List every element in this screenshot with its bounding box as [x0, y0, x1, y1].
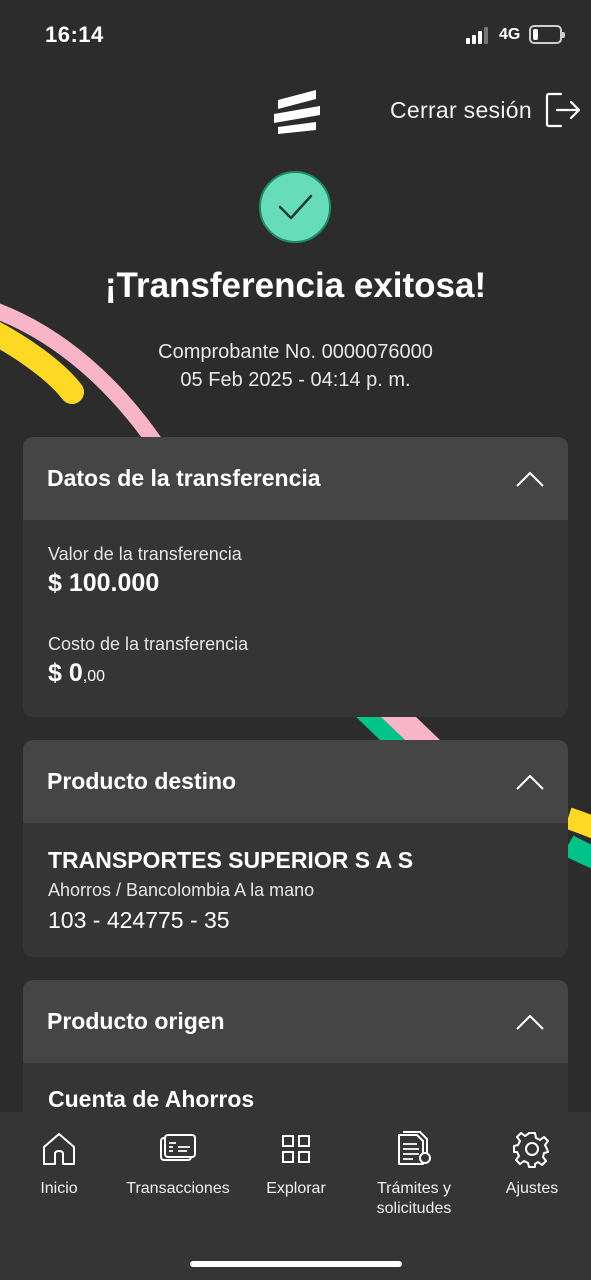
- nav-item-explorar[interactable]: Explorar: [231, 1130, 361, 1199]
- transfer-value-label: Valor de la transferencia: [48, 544, 242, 564]
- transfer-cost-decimals: ,00: [82, 668, 106, 685]
- nav-item-tramites[interactable]: Trámites y solicitudes: [349, 1130, 479, 1219]
- success-check-icon: [259, 171, 331, 243]
- success-title: ¡Transferencia exitosa!: [104, 266, 487, 305]
- transfer-cost-integer: $ 0: [48, 659, 83, 687]
- grid-icon: [282, 1135, 310, 1163]
- destination-account-number: 103 - 424775 - 35: [48, 907, 230, 933]
- receipt-date: 05 Feb 2025 - 04:14 p. m.: [180, 369, 411, 391]
- chevron-up-icon: [516, 471, 544, 487]
- bank-logo: [274, 90, 320, 134]
- signal-icon: [466, 27, 492, 44]
- destination-product-card: Producto destino TRANSPORTES SUPERIOR S …: [23, 740, 568, 957]
- destination-product-body: TRANSPORTES SUPERIOR S A S Ahorros / Ban…: [23, 823, 568, 934]
- documents-icon: [398, 1131, 431, 1165]
- right-ribbon-green: [562, 835, 591, 869]
- status-time: 16:14: [45, 22, 104, 47]
- origin-product-header[interactable]: Producto origen: [23, 980, 568, 1063]
- transfer-data-title: Datos de la transferencia: [47, 465, 321, 491]
- home-icon: [43, 1133, 75, 1165]
- transfer-cost-label: Costo de la transferencia: [48, 634, 249, 654]
- transfer-data-header[interactable]: Datos de la transferencia: [23, 437, 568, 520]
- transfer-value: $ 100.000: [48, 569, 160, 597]
- transfer-data-card: Datos de la transferencia Valor de la tr…: [23, 437, 568, 717]
- transactions-icon: [160, 1134, 196, 1161]
- nav-label-tramites: Trámites y solicitudes: [376, 1180, 452, 1217]
- network-label: 4G: [499, 26, 521, 43]
- receipt-info: Comprobante No. 0000076000 05 Feb 2025 -…: [0, 338, 591, 394]
- destination-product-title: Producto destino: [47, 768, 237, 794]
- status-bar: 16:14 4G: [0, 0, 591, 70]
- logout-button[interactable]: Cerrar sesión: [390, 92, 582, 128]
- transfer-data-body: Valor de la transferencia $ 100.000 Cost…: [23, 520, 568, 688]
- destination-account-type: Ahorros / Bancolombia A la mano: [48, 880, 315, 900]
- right-ribbon-yellow: [564, 807, 591, 839]
- logout-label: Cerrar sesión: [390, 96, 532, 123]
- nav-item-inicio[interactable]: Inicio: [0, 1130, 124, 1199]
- chevron-up-icon: [516, 774, 544, 790]
- nav-label-inicio: Inicio: [40, 1180, 78, 1197]
- gear-icon: [513, 1132, 549, 1168]
- nav-item-transacciones[interactable]: Transacciones: [113, 1130, 243, 1199]
- receipt-number: Comprobante No. 0000076000: [158, 341, 433, 363]
- origin-product-body: Cuenta de Ahorros: [23, 1063, 568, 1113]
- battery-icon: [529, 25, 565, 44]
- origin-product-title: Producto origen: [47, 1008, 225, 1034]
- destination-name: TRANSPORTES SUPERIOR S A S: [48, 847, 414, 873]
- nav-label-ajustes: Ajustes: [505, 1180, 559, 1197]
- ribbon-between-cards-pink: [380, 716, 440, 740]
- nav-label-explorar: Explorar: [266, 1180, 326, 1197]
- nav-label-transacciones: Transacciones: [126, 1180, 230, 1197]
- origin-account-name: Cuenta de Ahorros: [48, 1086, 255, 1112]
- bottom-navigation: Inicio Transacciones Explorar Trámites y…: [0, 1112, 591, 1280]
- logout-icon: [545, 92, 581, 128]
- transfer-cost: $ 0,00: [48, 659, 543, 688]
- home-indicator[interactable]: [190, 1261, 402, 1267]
- destination-product-header[interactable]: Producto destino: [23, 740, 568, 823]
- nav-item-ajustes[interactable]: Ajustes: [467, 1130, 591, 1199]
- chevron-up-icon: [516, 1014, 544, 1030]
- ribbon-between-cards: [355, 716, 405, 740]
